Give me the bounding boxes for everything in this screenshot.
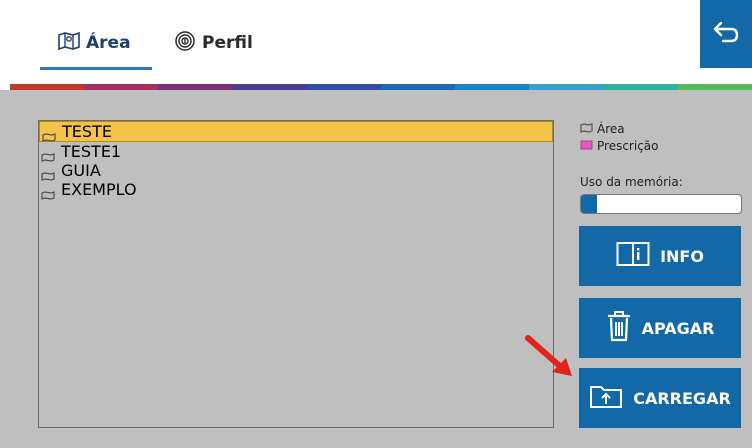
- area-map-icon: [580, 122, 593, 136]
- back-button[interactable]: [700, 0, 752, 68]
- list-item-label: GUIA: [61, 161, 101, 180]
- legend: Área Prescrição: [580, 120, 750, 154]
- active-tab-indicator: [40, 67, 152, 70]
- back-arrow-icon: [711, 19, 741, 49]
- list-item-label: TESTE1: [61, 142, 122, 161]
- memory-usage-label: Uso da memória:: [580, 175, 683, 189]
- info-button-label: INFO: [660, 246, 704, 266]
- prescription-map-icon: [580, 139, 593, 153]
- red-arrow-icon: [524, 334, 576, 380]
- list-item[interactable]: TESTE: [39, 121, 553, 142]
- folder-upload-icon: [589, 383, 625, 413]
- tab-area[interactable]: Área: [58, 28, 131, 58]
- area-map-icon: [41, 185, 55, 200]
- tab-perfil[interactable]: Perfil: [174, 28, 253, 58]
- area-map-icon: [41, 147, 55, 162]
- carregar-button[interactable]: CARREGAR: [579, 368, 741, 428]
- carregar-button-label: CARREGAR: [633, 388, 731, 408]
- apagar-button-label: APAGAR: [641, 318, 715, 338]
- book-info-icon: [616, 241, 650, 271]
- legend-prescricao-label: Prescrição: [597, 138, 659, 153]
- memory-usage-fill: [581, 195, 597, 213]
- main-content: TESTE TESTE1 GUIA EXEMPLO Área Prescrição U…: [0, 90, 752, 448]
- tab-perfil-label: Perfil: [202, 33, 253, 53]
- file-list[interactable]: TESTE TESTE1 GUIA EXEMPLO: [38, 120, 554, 428]
- memory-usage-bar: [580, 194, 742, 214]
- info-button[interactable]: INFO: [579, 226, 741, 286]
- tab-area-label: Área: [86, 33, 131, 53]
- map-icon: [58, 31, 80, 55]
- list-item[interactable]: TESTE1: [39, 142, 553, 162]
- area-map-icon: [42, 127, 56, 142]
- area-map-icon: [41, 166, 55, 181]
- list-item[interactable]: EXEMPLO: [39, 180, 553, 200]
- legend-prescricao: Prescrição: [580, 137, 750, 154]
- list-item[interactable]: GUIA: [39, 161, 553, 181]
- legend-area: Área: [580, 120, 750, 137]
- list-item-label: EXEMPLO: [61, 180, 137, 199]
- fingerprint-icon: [174, 30, 196, 57]
- apagar-button[interactable]: APAGAR: [579, 298, 741, 358]
- header: Área Perfil: [0, 0, 752, 84]
- legend-area-label: Área: [597, 121, 625, 136]
- list-item-label: TESTE: [62, 122, 112, 141]
- trash-icon: [606, 310, 632, 346]
